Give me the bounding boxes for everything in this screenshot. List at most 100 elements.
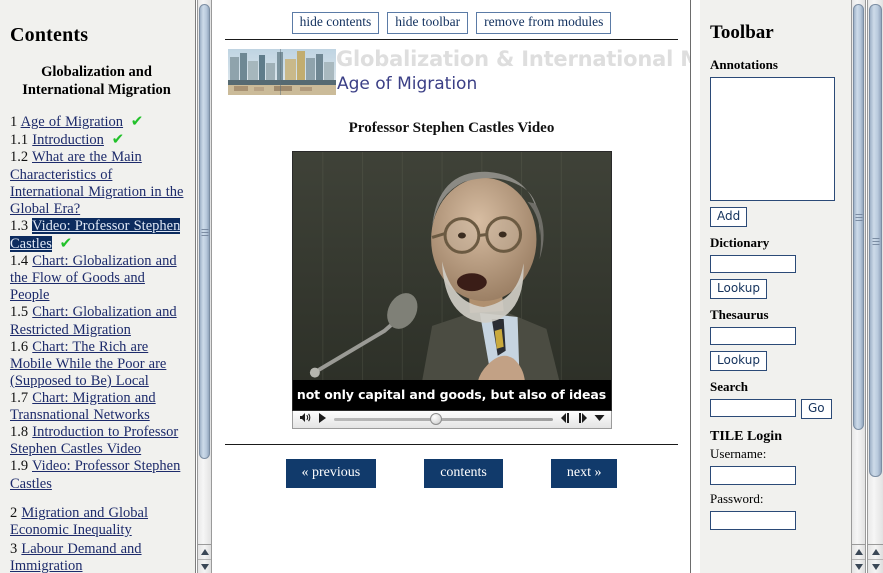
- contents-button[interactable]: contents: [424, 458, 503, 488]
- page-title: Professor Stephen Castles Video: [348, 119, 555, 136]
- toc-item-link[interactable]: Introduction: [32, 132, 104, 148]
- toolbar-title: Toolbar: [710, 22, 774, 43]
- toc-item-link[interactable]: What are the Main Characteristics of Int…: [10, 149, 183, 216]
- previous-button[interactable]: « previous: [285, 458, 377, 488]
- username-input[interactable]: [710, 466, 796, 485]
- toc-item-link[interactable]: Migration and Global Economic Inequality: [10, 505, 148, 538]
- dictionary-lookup-button[interactable]: Lookup: [710, 279, 767, 299]
- toc-item-number: 2: [10, 504, 22, 521]
- content-scrollbar-arrows[interactable]: [852, 544, 865, 573]
- toc-item-number: 1.5: [10, 304, 33, 321]
- toc-item-1-1: 1.1 Introduction ✔: [10, 131, 187, 149]
- banner-subtitle: Age of Migration: [337, 73, 478, 94]
- toc-item-link[interactable]: Chart: Globalization and Restricted Migr…: [10, 304, 177, 337]
- window-scrollbar-thumb[interactable]: [869, 4, 882, 477]
- scroll-up-arrow-icon[interactable]: [198, 545, 211, 560]
- scroll-down-arrow-icon[interactable]: [198, 560, 211, 573]
- toc-item-1-7: 1.7 Chart: Migration and Transnational N…: [10, 390, 187, 424]
- toc-item-1-6: 1.6 Chart: The Rich are Mobile While the…: [10, 339, 187, 390]
- scrollbar-grip-icon: [201, 227, 208, 238]
- search-input[interactable]: [710, 399, 796, 417]
- username-label: Username:: [710, 446, 767, 461]
- password-label: Password:: [710, 491, 764, 506]
- completed-check-icon: ✔: [53, 234, 73, 253]
- dictionary-input[interactable]: [710, 255, 796, 273]
- contents-heading: Contents: [10, 24, 89, 46]
- toc-item-link[interactable]: Age of Migration: [21, 114, 123, 130]
- password-input[interactable]: [710, 511, 796, 530]
- tile-login-label: TILE Login: [710, 429, 782, 444]
- toolbar-divider: [225, 38, 678, 40]
- toc-item-number: 1.7: [10, 390, 33, 406]
- scroll-down-arrow-icon[interactable]: [868, 560, 883, 573]
- content-scrollbar-thumb[interactable]: [853, 4, 864, 430]
- dictionary-label: Dictionary: [710, 235, 770, 250]
- window-scrollbar[interactable]: [867, 0, 883, 573]
- hide-contents-button[interactable]: hide contents: [291, 12, 380, 34]
- video-display[interactable]: not only capital and goods, but also of …: [291, 150, 612, 411]
- sidebar-scrollbar-arrows[interactable]: [198, 544, 211, 573]
- toc-item-link[interactable]: Chart: The Rich are Mobile While the Poo…: [10, 339, 166, 389]
- remove-from-modules-button[interactable]: remove from modules: [476, 12, 612, 34]
- sidebar-scrollbar-track[interactable]: [198, 0, 211, 545]
- toc-item-1-3: 1.3 Video: Professor Stephen Castles ✔: [10, 217, 187, 253]
- content-scrollbar-track[interactable]: [852, 0, 865, 545]
- player-menu-chevron-down-icon[interactable]: [591, 414, 608, 425]
- scrollbar-grip-icon: [855, 212, 862, 223]
- content-scrollbar[interactable]: [851, 0, 866, 573]
- play-button[interactable]: [315, 412, 330, 426]
- video-scrubber[interactable]: [333, 412, 553, 426]
- step-backward-button[interactable]: [557, 412, 574, 426]
- scroll-up-arrow-icon[interactable]: [852, 545, 865, 560]
- video-still-image: [292, 151, 611, 410]
- toc-item-1-5: 1.5 Chart: Globalization and Restricted …: [10, 304, 187, 338]
- toc-item-link[interactable]: Chart: Globalization and the Flow of Goo…: [10, 253, 177, 303]
- video-caption: not only capital and goods, but also of …: [292, 379, 611, 410]
- contents-sidebar: Contents Globalization and International…: [0, 0, 196, 573]
- sidebar-scrollbar-thumb[interactable]: [199, 4, 210, 459]
- add-annotation-button[interactable]: Add: [710, 207, 748, 227]
- navigation-divider: [225, 443, 678, 445]
- scrubber-handle[interactable]: [429, 413, 442, 426]
- toc-item-link[interactable]: Introduction to Professor Stephen Castle…: [10, 424, 178, 457]
- toc-item-1-2: 1.2 What are the Main Characteristics of…: [10, 149, 187, 217]
- thesaurus-lookup-button[interactable]: Lookup: [710, 351, 767, 371]
- toc-item-number: 1.2: [10, 149, 32, 166]
- page-action-toolbar: hide contents hide toolbar remove from m…: [213, 0, 690, 34]
- toc-item-number: 1.1: [10, 132, 33, 149]
- step-forward-button[interactable]: [574, 412, 591, 426]
- toc-item-number: 1: [10, 114, 21, 131]
- toc-item-number: 1.4: [10, 253, 33, 270]
- next-button[interactable]: next »: [550, 458, 618, 488]
- scrollbar-grip-icon: [872, 236, 879, 247]
- completed-check-icon: ✔: [125, 112, 144, 131]
- toc-item-number: 1.3: [10, 217, 32, 234]
- toc-item-link[interactable]: Labour Demand and Immigration: [10, 541, 142, 573]
- toc-item-link[interactable]: Video: Professor Stephen Castles: [10, 217, 181, 253]
- scroll-up-arrow-icon[interactable]: [868, 545, 883, 560]
- toc-item-2: 2 Migration and Global Economic Inequali…: [10, 505, 187, 539]
- annotations-label: Annotations: [710, 57, 778, 72]
- hide-toolbar-button[interactable]: hide toolbar: [387, 12, 469, 34]
- search-go-button[interactable]: Go: [801, 399, 832, 419]
- completed-check-icon: ✔: [105, 130, 125, 149]
- window-scrollbar-track[interactable]: [868, 0, 883, 545]
- video-controls-bar: [291, 410, 612, 429]
- scrubber-track[interactable]: [333, 418, 553, 422]
- application-window: Contents Globalization and International…: [0, 0, 883, 573]
- thesaurus-input[interactable]: [710, 327, 796, 345]
- toc-item-number: 3: [10, 540, 22, 557]
- toc-item-1-8: 1.8 Introduction to Professor Stephen Ca…: [10, 424, 187, 458]
- page-navigation: « previous contents next »: [213, 458, 690, 488]
- sidebar-scrollbar[interactable]: [197, 0, 212, 573]
- toc-item-link[interactable]: Chart: Migration and Transnational Netwo…: [10, 390, 156, 423]
- scroll-down-arrow-icon[interactable]: [852, 560, 865, 573]
- toc-item-link[interactable]: Video: Professor Stephen Castles: [10, 458, 180, 491]
- toc-item-number: 1.9: [10, 458, 32, 475]
- window-scrollbar-arrows[interactable]: [868, 544, 883, 573]
- toc-item-number: 1.8: [10, 424, 33, 441]
- volume-icon[interactable]: [296, 412, 315, 426]
- annotations-textarea[interactable]: [710, 77, 835, 201]
- module-title: Globalization and International Migratio…: [22, 64, 171, 99]
- toc-item-1: 1 Age of Migration ✔: [10, 112, 187, 131]
